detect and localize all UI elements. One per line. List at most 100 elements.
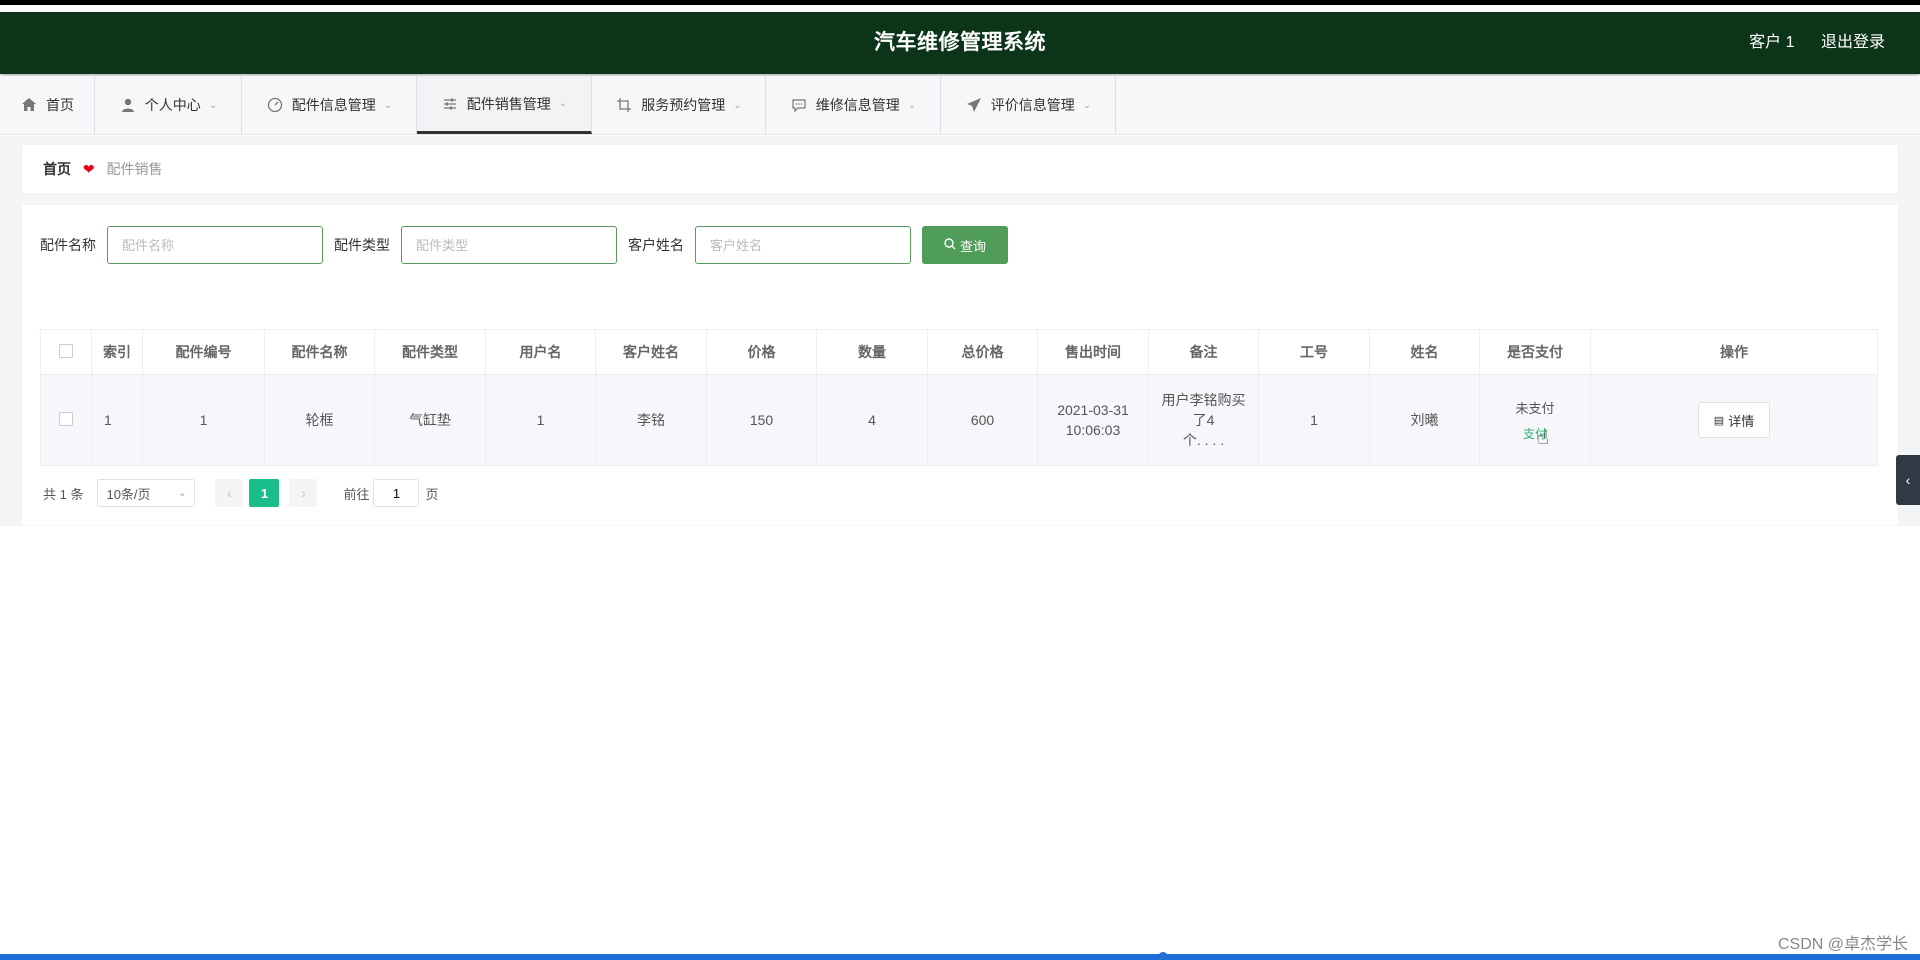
column-header[interactable]: 总价格 [927, 329, 1038, 375]
remark-line: 用户李铭购买 [1161, 392, 1246, 408]
search-icon [944, 237, 956, 253]
column-header[interactable]: 姓名 [1369, 329, 1480, 375]
nav-item-personal-center[interactable]: 个人中心 ⌄ [95, 76, 242, 134]
prev-page-button[interactable]: ‹ [215, 479, 244, 507]
nav-item-service-booking[interactable]: 服务预约管理 ⌄ [592, 76, 766, 134]
chevron-left-icon: ‹ [1905, 472, 1911, 488]
part-name-input[interactable] [107, 226, 323, 264]
sold-clock: 10:06:03 [1065, 422, 1121, 438]
column-header[interactable]: 用户名 [485, 329, 596, 375]
cell-staff-name: 刘曦 [1369, 374, 1480, 466]
logout-button[interactable]: 退出登录 [1821, 34, 1885, 51]
cell-remark: 用户李铭购买 了4 个. . . . [1148, 374, 1259, 466]
cell-staff-no: 1 [1258, 374, 1370, 466]
chevron-down-icon: ⌄ [208, 99, 218, 111]
cell-part-name: 轮框 [264, 374, 375, 466]
search-form: 配件名称 配件类型 客户姓名 查询 [40, 225, 1008, 265]
column-header[interactable]: 客户姓名 [595, 329, 707, 375]
top-black-strip [0, 0, 1920, 5]
page-number-current[interactable]: 1 [249, 479, 280, 507]
next-page-button[interactable]: › [289, 479, 318, 507]
cell-price: 150 [706, 374, 817, 466]
cell-paid-status: 未支付 支付 ☝ [1479, 374, 1591, 466]
top-nav-menu: 首页 个人中心 ⌄ 配件信息管理 ⌄ 配件销售管理 ⌄ 服务预约管理 ⌄ 维修信… [0, 76, 1920, 135]
chevron-right-icon: › [301, 485, 306, 501]
app-header: 汽车维修管理系统 客户 1 退出登录 [0, 12, 1920, 74]
nav-item-label: 服务预约管理 [641, 97, 726, 113]
cell-actions: ▤ 详情 [1590, 374, 1878, 466]
user-area: 客户 1 退出登录 [1727, 12, 1885, 74]
progress-bar[interactable] [0, 952, 1920, 960]
send-icon [965, 96, 983, 114]
row-checkbox[interactable] [59, 411, 73, 426]
breadcrumb-bar: 首页 ❤ 配件销售 [22, 145, 1898, 193]
part-type-input[interactable] [401, 226, 617, 264]
watermark: CSDN @卓杰学长 [1777, 936, 1908, 953]
column-header[interactable]: 配件编号 [142, 329, 265, 375]
select-all-cell [40, 329, 92, 375]
nav-item-label: 评价信息管理 [990, 97, 1075, 113]
table-header-row: 索引 配件编号 配件名称 配件类型 用户名 客户姓名 价格 数量 总价格 售出时… [40, 329, 1878, 375]
gauge-icon [266, 96, 284, 114]
page-unit-label: 页 [425, 486, 439, 502]
breadcrumb-home[interactable]: 首页 [43, 161, 71, 177]
app-screen: 汽车维修管理系统 客户 1 退出登录 首页 个人中心 ⌄ 配件信息管理 ⌄ 配件… [0, 0, 1920, 960]
chevron-down-icon: ⌄ [907, 99, 917, 111]
nav-item-parts-sales[interactable]: 配件销售管理 ⌄ [417, 76, 592, 134]
sales-table: 索引 配件编号 配件名称 配件类型 用户名 客户姓名 价格 数量 总价格 售出时… [40, 329, 1878, 466]
remark-line: 了4 [1192, 412, 1215, 428]
detail-button[interactable]: ▤ 详情 [1698, 402, 1770, 438]
main-content: 配件名称 配件类型 客户姓名 查询 索引 配件编号 配件名称 配件类型 [22, 205, 1898, 525]
cell-index: 1 [91, 374, 143, 466]
pagination: 共 1 条 10条/页 ⌄ ‹ 1 › 前往 页 [40, 478, 439, 508]
nav-item-parts-info[interactable]: 配件信息管理 ⌄ [242, 76, 417, 134]
breadcrumb-current: 配件销售 [106, 161, 163, 177]
column-header[interactable]: 配件类型 [374, 329, 486, 375]
pay-link[interactable]: 支付 ☝ [1523, 425, 1549, 449]
part-name-label: 配件名称 [40, 237, 96, 253]
column-header[interactable]: 配件名称 [264, 329, 375, 375]
goto-page-input[interactable] [373, 479, 420, 507]
nav-item-home[interactable]: 首页 [0, 76, 95, 134]
column-header[interactable]: 备注 [1148, 329, 1259, 375]
cell-total: 600 [927, 374, 1038, 466]
side-panel-toggle[interactable]: ‹ [1896, 455, 1920, 505]
column-header[interactable]: 售出时间 [1037, 329, 1149, 375]
app-title: 汽车维修管理系统 [874, 31, 1046, 54]
chevron-down-icon: ⌄ [178, 487, 187, 499]
column-header[interactable]: 索引 [91, 329, 143, 375]
nav-item-review-info[interactable]: 评价信息管理 ⌄ [941, 76, 1116, 134]
column-header[interactable]: 工号 [1258, 329, 1370, 375]
chevron-down-icon: ⌄ [558, 98, 568, 109]
sliders-icon [441, 95, 459, 113]
breadcrumb: 首页 ❤ 配件销售 [43, 145, 163, 193]
paid-status-text: 未支付 [1515, 401, 1555, 416]
part-type-label: 配件类型 [334, 237, 390, 253]
cell-customer-name: 李铭 [595, 374, 707, 466]
customer-name-input[interactable] [695, 226, 911, 264]
query-button[interactable]: 查询 [922, 226, 1008, 264]
select-all-checkbox[interactable] [59, 343, 73, 358]
page-size-value: 10条/页 [106, 486, 151, 502]
progress-handle[interactable] [1158, 952, 1168, 960]
column-header[interactable]: 是否支付 [1479, 329, 1591, 375]
cell-part-no: 1 [142, 374, 265, 466]
table-row[interactable]: 1 1 轮框 气缸垫 1 李铭 150 4 600 2021-03-31 10:… [40, 374, 1878, 466]
current-user: 客户 1 [1749, 34, 1795, 51]
chevron-down-icon: ⌄ [1082, 99, 1092, 111]
home-icon [20, 96, 38, 114]
column-header: 操作 [1590, 329, 1878, 375]
column-header[interactable]: 价格 [706, 329, 817, 375]
document-icon: ▤ [1713, 414, 1725, 427]
cell-part-type: 气缸垫 [374, 374, 486, 466]
cell-quantity: 4 [816, 374, 928, 466]
page-size-select[interactable]: 10条/页 ⌄ [97, 479, 196, 507]
nav-item-repair-info[interactable]: 维修信息管理 ⌄ [766, 76, 941, 134]
column-header[interactable]: 数量 [816, 329, 928, 375]
pagination-total: 共 1 条 [43, 486, 84, 502]
nav-item-label: 配件销售管理 [466, 95, 551, 112]
row-select-cell [40, 374, 92, 466]
crop-icon [615, 96, 633, 114]
query-button-label: 查询 [959, 238, 986, 254]
detail-button-label: 详情 [1728, 413, 1755, 429]
